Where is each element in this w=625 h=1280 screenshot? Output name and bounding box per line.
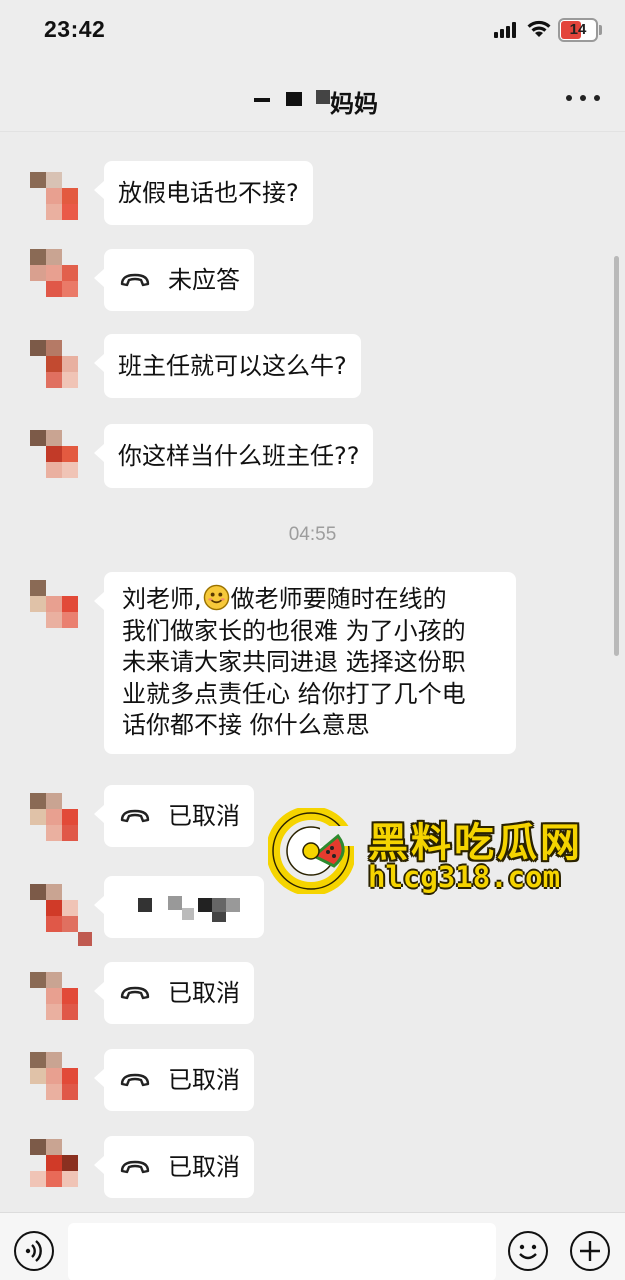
emoji-icon bbox=[518, 1244, 537, 1259]
watermark-url: hlcg318.com bbox=[368, 860, 561, 894]
site-watermark: 黑料吃瓜网 hlcg318.com bbox=[268, 808, 608, 894]
call-status-text: 已取消 bbox=[168, 1065, 240, 1094]
phone-icon bbox=[120, 1160, 150, 1174]
avatar[interactable] bbox=[30, 1052, 92, 1114]
message-bubble[interactable]: 你这样当什么班主任?? bbox=[93, 424, 374, 488]
avatar[interactable] bbox=[30, 249, 92, 311]
message-bubble[interactable]: 班主任就可以这么牛? bbox=[94, 334, 361, 398]
message-text: 放假电话也不接? bbox=[118, 179, 299, 207]
scrollbar[interactable] bbox=[614, 256, 619, 656]
message-text: 班主任就可以这么牛? bbox=[118, 352, 347, 380]
emoji-button[interactable] bbox=[508, 1231, 548, 1271]
message-timestamp: 04:55 bbox=[288, 524, 337, 545]
call-record-bubble[interactable]: 已取消 bbox=[94, 1136, 254, 1198]
message-bubble[interactable]: 放假电话也不接? bbox=[94, 161, 313, 225]
wifi-icon bbox=[527, 20, 551, 37]
redacted-name-mosaic bbox=[250, 90, 340, 114]
call-record-bubble[interactable]: 已取消 bbox=[94, 785, 254, 847]
avatar[interactable] bbox=[30, 430, 92, 492]
avatar[interactable] bbox=[30, 340, 92, 402]
avatar[interactable] bbox=[30, 172, 92, 234]
phone-icon bbox=[120, 809, 150, 823]
more-functions-button[interactable] bbox=[570, 1231, 610, 1271]
status-bar: 23:42 14 bbox=[0, 0, 625, 60]
more-dots-icon bbox=[566, 95, 572, 101]
avatar[interactable] bbox=[30, 1139, 92, 1201]
phone-icon bbox=[120, 1073, 150, 1087]
phone-icon bbox=[120, 986, 150, 1000]
call-status-text: 已取消 bbox=[168, 978, 240, 1007]
voice-icon bbox=[25, 1239, 42, 1262]
message-line: 刘老师, 做老师要随时在线的 bbox=[122, 584, 447, 613]
call-record-bubble[interactable]: 未应答 bbox=[94, 249, 254, 311]
avatar[interactable] bbox=[30, 793, 92, 855]
call-status-text: 已取消 bbox=[168, 1152, 240, 1181]
more-button[interactable] bbox=[566, 88, 600, 108]
cellular-signal-icon bbox=[494, 22, 516, 38]
message-bubble[interactable]: 刘老师, 做老师要随时在线的 我们做家长的也很难 为了小孩的 未来请大家共同进退 … bbox=[94, 572, 516, 754]
smiling-emoji-icon bbox=[203, 584, 229, 611]
call-status-text: 未应答 bbox=[168, 265, 240, 294]
message-line: 未来请大家共同进退 选择这份职 bbox=[122, 648, 466, 676]
watermark-logo bbox=[268, 808, 354, 894]
message-line: 话你都不接 你什么意思 bbox=[122, 711, 370, 739]
avatar[interactable] bbox=[30, 884, 92, 946]
avatar[interactable] bbox=[30, 580, 92, 642]
message-line: 我们做家长的也很难 为了小孩的 bbox=[122, 616, 466, 645]
battery-level: 14 bbox=[569, 21, 587, 38]
call-record-bubble[interactable]: 已取消 bbox=[94, 1049, 254, 1111]
battery-cap bbox=[599, 25, 602, 35]
status-time: 23:42 bbox=[44, 16, 106, 42]
avatar[interactable] bbox=[30, 972, 92, 1034]
message-input[interactable] bbox=[68, 1223, 496, 1280]
chat-input-bar bbox=[0, 1212, 625, 1280]
redacted-message-bubble[interactable] bbox=[94, 876, 264, 938]
call-record-bubble[interactable]: 已取消 bbox=[94, 962, 254, 1024]
message-text: 你这样当什么班主任?? bbox=[118, 442, 360, 470]
plus-icon bbox=[579, 1240, 600, 1261]
voice-button[interactable] bbox=[14, 1231, 54, 1271]
phone-icon bbox=[120, 273, 150, 287]
battery-icon: 14 bbox=[558, 18, 598, 42]
message-line: 业就多点责任心 给你打了几个电 bbox=[122, 679, 466, 708]
call-status-text: 已取消 bbox=[168, 801, 240, 830]
chat-area[interactable]: 放假电话也不接? 未应答 班主任就可以这么牛? 你这样当什么班主任?? 04:5… bbox=[0, 132, 625, 1212]
chat-title: 妈妈 bbox=[330, 90, 378, 118]
chat-header: 妈妈 bbox=[0, 60, 625, 132]
